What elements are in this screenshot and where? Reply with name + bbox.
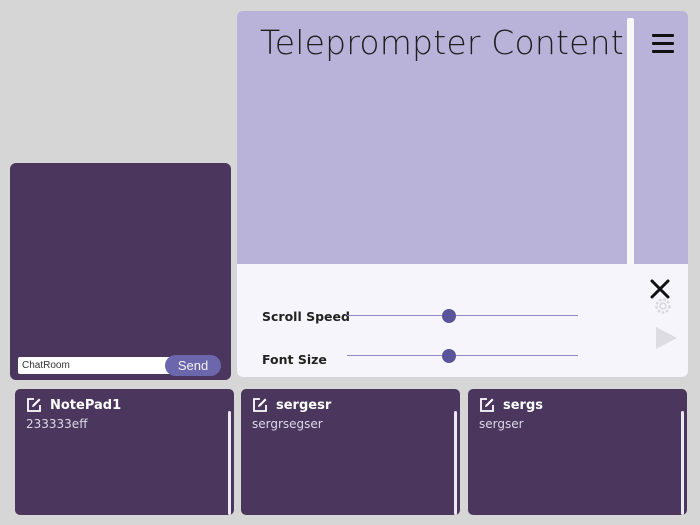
notepad-header: sergs <box>479 397 543 413</box>
slider-handle[interactable] <box>441 309 456 323</box>
send-button[interactable]: Send <box>165 355 221 376</box>
notepad-content[interactable]: sergser <box>479 417 524 431</box>
notepad-scrollbar[interactable] <box>228 411 231 515</box>
menu-icon[interactable] <box>652 34 674 54</box>
play-icon[interactable] <box>654 326 678 350</box>
teleprompter-controls: Scroll Speed Font Size <box>237 264 688 377</box>
notepad-title: sergs <box>503 397 544 413</box>
notepad-title: NotePad1 <box>50 397 122 413</box>
slider-handle[interactable] <box>441 349 456 363</box>
notepad-scrollbar[interactable] <box>454 411 457 515</box>
notepad-content[interactable]: 233333eff <box>26 417 87 431</box>
notepad-card[interactable]: sergs sergser <box>468 389 687 515</box>
edit-icon[interactable] <box>26 397 42 413</box>
font-size-label: Font Size <box>262 352 327 367</box>
notepad-card[interactable]: NotePad1 233333eff <box>15 389 234 515</box>
close-icon[interactable] <box>649 278 671 300</box>
slider-track <box>347 355 578 356</box>
notepad-header: NotePad1 <box>26 397 121 413</box>
slider-track <box>347 315 578 316</box>
notepad-content[interactable]: sergrsegser <box>252 417 323 431</box>
scroll-speed-slider[interactable] <box>347 309 578 323</box>
edit-icon[interactable] <box>252 397 268 413</box>
font-size-slider[interactable] <box>347 349 578 363</box>
notepad-scrollbar[interactable] <box>681 411 684 515</box>
chat-panel: Send <box>10 163 231 380</box>
notepad-title: sergesr <box>276 397 332 413</box>
teleprompter-panel: Teleprompter Content Scroll Speed Font S… <box>237 11 688 377</box>
scroll-speed-label: Scroll Speed <box>262 309 350 324</box>
notepad-header: sergesr <box>252 397 331 413</box>
teleprompter-title: Teleprompter Content <box>260 23 624 62</box>
chat-input[interactable] <box>18 357 174 374</box>
notepad-card[interactable]: sergesr sergrsegser <box>241 389 460 515</box>
edit-icon[interactable] <box>479 397 495 413</box>
